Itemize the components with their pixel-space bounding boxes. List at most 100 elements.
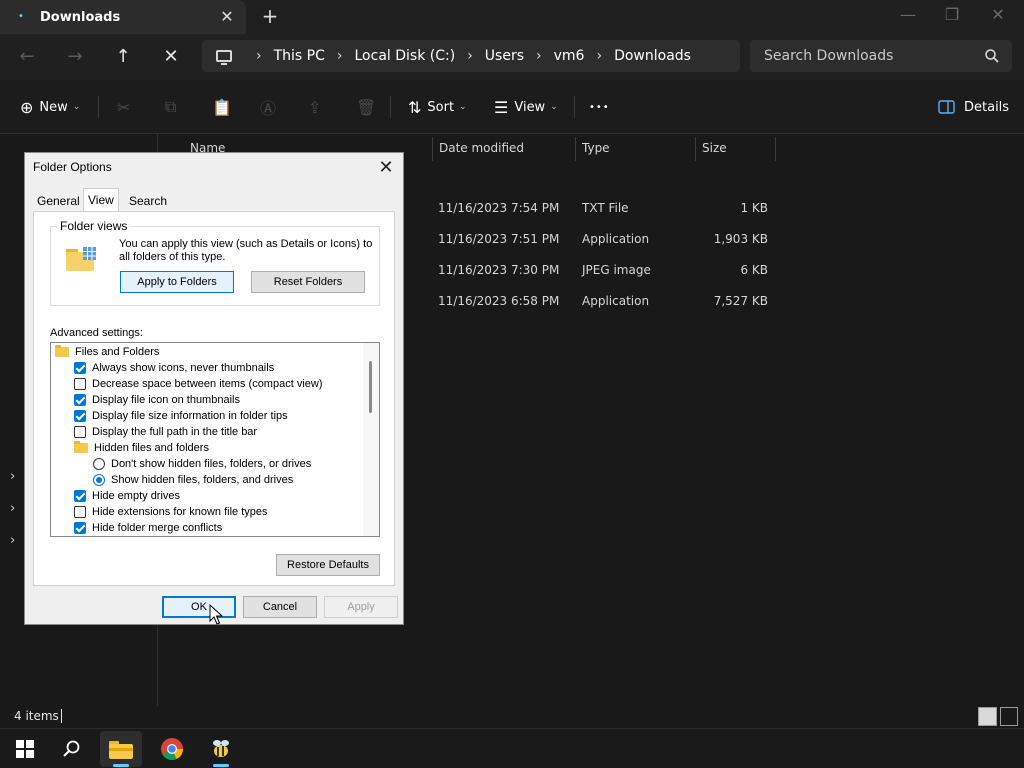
chevron-right-icon[interactable]: › [536, 48, 542, 64]
checkbox[interactable] [74, 522, 86, 534]
restore-defaults-button[interactable]: Restore Defaults [276, 554, 380, 576]
cancel-button[interactable]: Cancel [243, 596, 317, 618]
tab-downloads[interactable]: • Downloads ✕ [0, 0, 246, 34]
stop-button[interactable]: ✕ [156, 42, 186, 72]
reset-folders-button[interactable]: Reset Folders [251, 271, 365, 293]
new-button[interactable]: ⊕ New ⌄ [20, 95, 80, 119]
checkbox[interactable] [74, 490, 86, 502]
close-window-button[interactable]: ✕ [978, 4, 1018, 28]
setting-hide-empty-drives[interactable]: Hide empty drives [74, 488, 180, 504]
plus-circle-icon: ⊕ [20, 97, 34, 117]
chevron-right-icon[interactable]: › [467, 48, 473, 64]
expand-chevron-icon[interactable]: › [10, 502, 22, 516]
share-icon[interactable]: ⇪ [308, 95, 321, 119]
chevron-right-icon[interactable]: › [337, 48, 343, 64]
setting-hide-merge-conflicts[interactable]: Hide folder merge conflicts [74, 520, 222, 536]
file-row[interactable]: 11/16/2023 7:30 PM JPEG image 6 KB [430, 260, 780, 282]
folder-options-dialog: Folder Options ✕ General View Search Fol… [24, 152, 404, 625]
tab-view[interactable]: View [83, 188, 119, 212]
restore-button[interactable]: ❐ [932, 4, 972, 28]
expand-chevron-icon[interactable]: › [10, 534, 22, 548]
checkbox[interactable] [74, 506, 86, 518]
forward-button[interactable]: → [60, 42, 90, 72]
category-files-and-folders: Files and Folders [55, 344, 159, 360]
rename-icon[interactable]: Ⓐ [260, 95, 276, 119]
checkbox[interactable] [74, 426, 86, 438]
address-bar[interactable]: › This PC › Local Disk (C:) › Users › vm… [202, 40, 740, 72]
tab-search[interactable]: Search [125, 191, 171, 211]
radio-button[interactable] [93, 474, 105, 486]
search-box[interactable]: Search Downloads [750, 40, 1012, 72]
breadcrumb-vm6[interactable]: vm6 [554, 48, 585, 64]
breadcrumb-local-disk[interactable]: Local Disk (C:) [355, 48, 456, 64]
up-button[interactable]: ↑ [108, 42, 138, 72]
paste-icon[interactable]: 📋 [212, 95, 232, 119]
setting-file-icon-thumbnails[interactable]: Display file icon on thumbnails [74, 392, 240, 408]
file-explorer-icon [109, 741, 133, 759]
copy-icon[interactable]: ⧉ [165, 95, 176, 119]
folder-views-label: Folder views [57, 219, 131, 233]
more-options-icon[interactable]: ••• [589, 95, 610, 119]
setting-label: Files and Folders [75, 346, 160, 358]
setting-full-path-title[interactable]: Display the full path in the title bar [74, 424, 257, 440]
file-row[interactable]: 11/16/2023 7:54 PM TXT File 1 KB [430, 198, 780, 220]
setting-file-size-tips[interactable]: Display file size information in folder … [74, 408, 288, 424]
setting-always-show-icons[interactable]: Always show icons, never thumbnails [74, 360, 274, 376]
tab-title: Downloads [40, 9, 121, 25]
view-button[interactable]: ☰ View ⌄ [494, 95, 558, 119]
chevron-down-icon: ⌄ [459, 102, 467, 112]
cut-icon[interactable]: ✂ [117, 95, 130, 119]
setting-compact-view[interactable]: Decrease space between items (compact vi… [74, 376, 322, 392]
tab-general[interactable]: General [33, 191, 84, 211]
chevron-right-icon[interactable]: › [596, 48, 602, 64]
column-header-size[interactable]: Size [696, 137, 776, 161]
details-view-toggle-icon[interactable] [978, 707, 997, 726]
expand-chevron-icon[interactable]: › [10, 470, 22, 484]
taskbar-chrome[interactable] [151, 731, 193, 767]
minimize-button[interactable]: — [888, 4, 928, 28]
checkbox[interactable] [74, 378, 86, 390]
setting-show-hidden[interactable]: Show hidden files, folders, and drives [93, 472, 293, 488]
breadcrumb-downloads[interactable]: Downloads [614, 48, 691, 64]
advanced-settings-list[interactable]: Files and Folders Always show icons, nev… [50, 342, 380, 537]
checkbox[interactable] [74, 362, 86, 374]
setting-dont-show-hidden[interactable]: Don't show hidden files, folders, or dri… [93, 456, 311, 472]
tiles-view-toggle-icon[interactable] [1000, 707, 1018, 726]
breadcrumb-this-pc[interactable]: This PC [274, 48, 325, 64]
checkbox[interactable] [74, 410, 86, 422]
file-row[interactable]: 11/16/2023 7:51 PM Application 1,903 KB [430, 229, 780, 251]
file-row[interactable]: 11/16/2023 6:58 PM Application 7,527 KB [430, 291, 780, 313]
delete-icon[interactable]: 🗑 [356, 95, 376, 119]
start-button[interactable] [4, 731, 46, 767]
file-type: Application [582, 232, 650, 246]
search-input[interactable]: Search Downloads [764, 48, 893, 64]
search-icon [63, 740, 80, 757]
details-button[interactable]: Details [938, 95, 1009, 119]
windows-logo-icon [16, 740, 34, 758]
back-button[interactable]: ← [12, 42, 42, 72]
setting-hide-extensions[interactable]: Hide extensions for known file types [74, 504, 267, 520]
status-bar: 4 items [0, 706, 1024, 728]
chevron-right-icon[interactable]: › [256, 48, 262, 64]
tab-close-icon[interactable]: ✕ [216, 6, 238, 28]
sort-button[interactable]: ⇅ Sort ⌄ [408, 95, 467, 119]
scrollbar[interactable] [363, 343, 379, 536]
view-icon: ☰ [494, 97, 509, 117]
taskbar-search-button[interactable] [51, 731, 93, 767]
column-header-date[interactable]: Date modified [432, 137, 576, 161]
checkbox[interactable] [74, 394, 86, 406]
new-tab-button[interactable]: + [258, 5, 282, 29]
radio-button[interactable] [93, 458, 105, 470]
dialog-close-button[interactable]: ✕ [375, 156, 397, 178]
breadcrumb-users[interactable]: Users [485, 48, 524, 64]
apply-button[interactable]: Apply [324, 596, 398, 618]
taskbar-app[interactable] [200, 731, 242, 767]
divider [574, 96, 575, 118]
taskbar-file-explorer[interactable] [100, 731, 142, 767]
chevron-down-icon: ⌄ [550, 102, 558, 112]
apply-to-folders-button[interactable]: Apply to Folders [120, 271, 234, 293]
file-date: 11/16/2023 6:58 PM [438, 294, 560, 308]
ok-button[interactable]: OK [162, 596, 236, 618]
scrollbar-thumb[interactable] [369, 361, 372, 413]
column-header-type[interactable]: Type [576, 137, 696, 161]
